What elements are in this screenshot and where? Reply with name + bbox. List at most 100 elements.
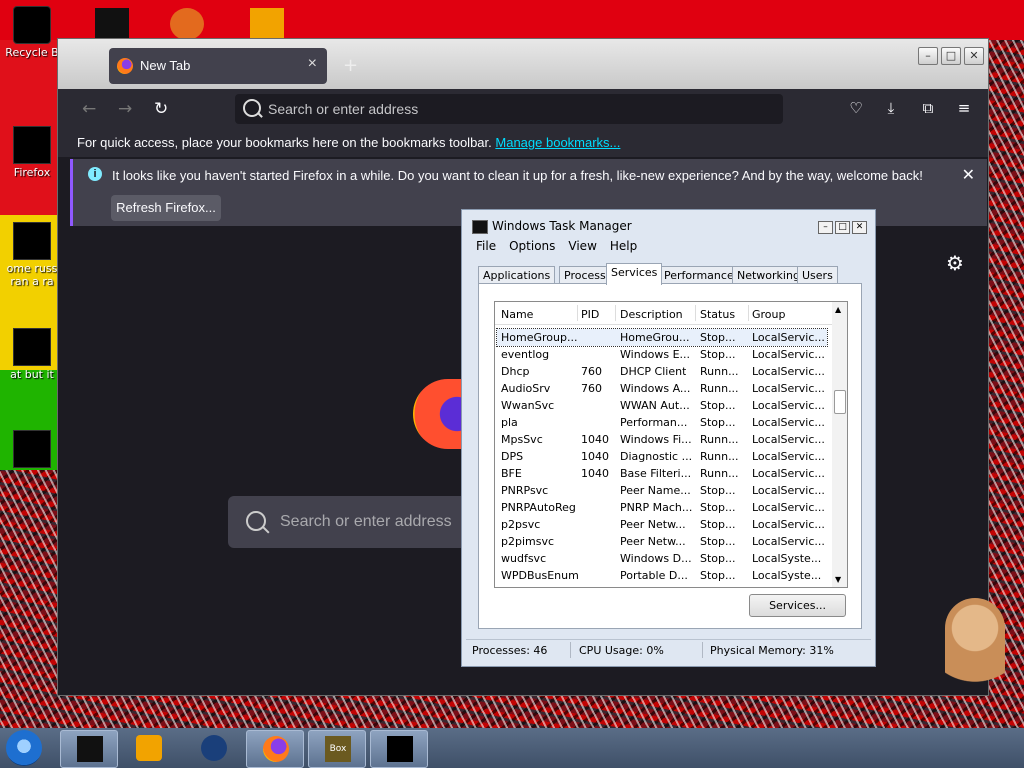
cell-group: LocalServic... xyxy=(752,433,825,446)
cell-group: LocalServic... xyxy=(752,331,825,344)
desktop-icon-label-line2: ran a ra xyxy=(10,275,54,288)
taskbar-terminal[interactable] xyxy=(370,730,428,768)
close-window-button[interactable]: ✕ xyxy=(852,221,867,234)
desktop-icon-label: ome russ xyxy=(6,262,58,275)
tab-applications[interactable]: Applications xyxy=(478,266,556,284)
minimize-button[interactable]: – xyxy=(918,47,938,65)
minimize-button[interactable]: – xyxy=(818,221,833,234)
vertical-scrollbar[interactable]: ▲ ▼ xyxy=(832,302,847,587)
column-description[interactable]: Description xyxy=(620,308,683,321)
desktop-icon-copy[interactable]: at but it xyxy=(4,328,60,381)
cell-status: Stop... xyxy=(700,399,736,412)
task-manager-titlebar[interactable]: Windows Task Manager – □ ✕ xyxy=(462,210,875,236)
maximize-button[interactable]: □ xyxy=(941,47,961,65)
firefox-logo xyxy=(413,379,468,449)
menu-view[interactable]: View xyxy=(568,239,596,253)
tab-users[interactable]: Users xyxy=(797,266,838,284)
cell-status: Stop... xyxy=(700,501,736,514)
table-row[interactable]: wudfsvc Windows D... Stop... LocalSyste... xyxy=(497,550,827,567)
table-row[interactable]: DPS 1040 Diagnostic ... Runn... LocalServic.… xyxy=(497,448,827,465)
desktop-top-icon-2[interactable] xyxy=(170,8,204,40)
cell-pid: 760 xyxy=(581,382,602,395)
extensions-icon[interactable]: ⧉ xyxy=(918,99,938,119)
table-row[interactable]: AudioSrv 760 Windows A... Runn... LocalServi… xyxy=(497,380,827,397)
maximize-button[interactable]: □ xyxy=(835,221,850,234)
desktop-icon-recycle-bin[interactable]: Recycle B xyxy=(4,6,60,59)
table-row[interactable]: HomeGroup... HomeGrou... Stop... LocalServi… xyxy=(496,328,828,347)
pocket-icon[interactable]: ♡ xyxy=(846,99,866,119)
desktop-top-icon-3[interactable] xyxy=(250,8,284,40)
table-row[interactable]: WPDBusEnum Portable D... Stop... LocalSyste… xyxy=(497,567,827,584)
url-placeholder: Search or enter address xyxy=(268,101,419,117)
monitor-icon xyxy=(77,736,103,762)
table-row[interactable]: pla Performan... Stop... LocalServic... xyxy=(497,414,827,431)
tab-new-tab[interactable]: New Tab × xyxy=(109,48,327,84)
table-row[interactable]: eventlog Windows E... Stop... LocalServic..… xyxy=(497,346,827,363)
menu-file[interactable]: File xyxy=(476,239,496,253)
cell-description: Windows D... xyxy=(620,552,692,565)
url-bar[interactable]: Search or enter address xyxy=(235,94,783,124)
taskbar-globe[interactable] xyxy=(185,730,241,766)
taskbar-firefox[interactable] xyxy=(246,730,304,768)
close-notification-icon[interactable]: ✕ xyxy=(962,165,975,185)
table-row[interactable]: p2psvc Peer Netw... Stop... LocalServic... xyxy=(497,516,827,533)
taskbar: Box xyxy=(0,728,1024,768)
table-row[interactable]: p2pimsvc Peer Netw... Stop... LocalServic..… xyxy=(497,533,827,550)
document-icon xyxy=(13,222,51,260)
scroll-up-arrow-icon[interactable]: ▲ xyxy=(835,305,841,314)
scroll-thumb[interactable] xyxy=(834,390,846,414)
settings-gear-icon[interactable]: ⚙ xyxy=(946,251,964,275)
cell-name: WwanSvc xyxy=(501,399,555,412)
cell-name: DPS xyxy=(501,450,524,463)
download-icon[interactable]: ⤓ xyxy=(881,99,901,119)
column-status[interactable]: Status xyxy=(700,308,735,321)
cell-name: eventlog xyxy=(501,348,550,361)
cell-description: Base Filteri... xyxy=(620,467,692,480)
taskbar-hamster-box[interactable]: Box xyxy=(308,730,366,768)
menu-help[interactable]: Help xyxy=(610,239,637,253)
reload-icon[interactable]: ↻ xyxy=(154,99,168,119)
column-name[interactable]: Name xyxy=(501,308,533,321)
table-row[interactable]: MpsSvc 1040 Windows Fi... Runn... LocalServi… xyxy=(497,431,827,448)
cell-group: LocalServic... xyxy=(752,484,825,497)
tab-networking[interactable]: Networking xyxy=(732,266,805,284)
table-row[interactable]: Dhcp 760 DHCP Client Runn... LocalServic... xyxy=(497,363,827,380)
taskbar-task-manager[interactable] xyxy=(60,730,118,768)
search-icon xyxy=(246,511,266,531)
column-pid[interactable]: PID xyxy=(581,308,599,321)
cell-pid: 760 xyxy=(581,365,602,378)
manage-bookmarks-link[interactable]: Manage bookmarks... xyxy=(495,135,620,150)
tab-services[interactable]: Services xyxy=(606,263,663,285)
tab-performance[interactable]: Performance xyxy=(659,266,739,284)
cell-description: Peer Netw... xyxy=(620,535,686,548)
new-tab-button[interactable]: + xyxy=(343,55,358,76)
close-tab-icon[interactable]: × xyxy=(308,55,317,73)
refresh-firefox-button[interactable]: Refresh Firefox... xyxy=(111,195,221,221)
start-button[interactable] xyxy=(6,730,42,766)
taskbar-media-player[interactable] xyxy=(120,730,176,766)
menu-options[interactable]: Options xyxy=(509,239,555,253)
cell-description: Windows E... xyxy=(620,348,691,361)
hamster-desktop-pet[interactable] xyxy=(945,598,1005,698)
desktop-icon-note[interactable]: ome russ ran a ra xyxy=(4,222,60,288)
desktop-icon-terminal[interactable] xyxy=(4,430,60,470)
table-row[interactable]: WwanSvc WWAN Aut... Stop... LocalServic... xyxy=(497,397,827,414)
cell-name: PNRPsvc xyxy=(501,484,549,497)
table-row[interactable]: BFE 1040 Base Filteri... Runn... LocalServic… xyxy=(497,465,827,482)
desktop-top-icon-1[interactable] xyxy=(95,8,129,40)
cell-status: Stop... xyxy=(700,348,736,361)
back-arrow-icon[interactable]: ← xyxy=(82,99,96,119)
column-group[interactable]: Group xyxy=(752,308,786,321)
table-row[interactable]: PNRPsvc Peer Name... Stop... LocalServic... xyxy=(497,482,827,499)
forward-arrow-icon[interactable]: → xyxy=(118,99,132,119)
scroll-down-arrow-icon[interactable]: ▼ xyxy=(835,575,841,584)
menu-icon[interactable]: ≡ xyxy=(954,99,974,119)
close-window-button[interactable]: ✕ xyxy=(964,47,984,65)
newtab-search-box[interactable]: Search or enter address xyxy=(228,496,468,548)
services-button[interactable]: Services... xyxy=(749,594,846,617)
desktop-icon-firefox[interactable]: Firefox xyxy=(4,126,60,179)
terminal-icon xyxy=(13,430,51,468)
table-row[interactable]: PNRPAutoReg PNRP Mach... Stop... LocalServi… xyxy=(497,499,827,516)
cell-description: Peer Name... xyxy=(620,484,691,497)
firefox-titlebar: New Tab × + – □ ✕ xyxy=(58,39,988,89)
